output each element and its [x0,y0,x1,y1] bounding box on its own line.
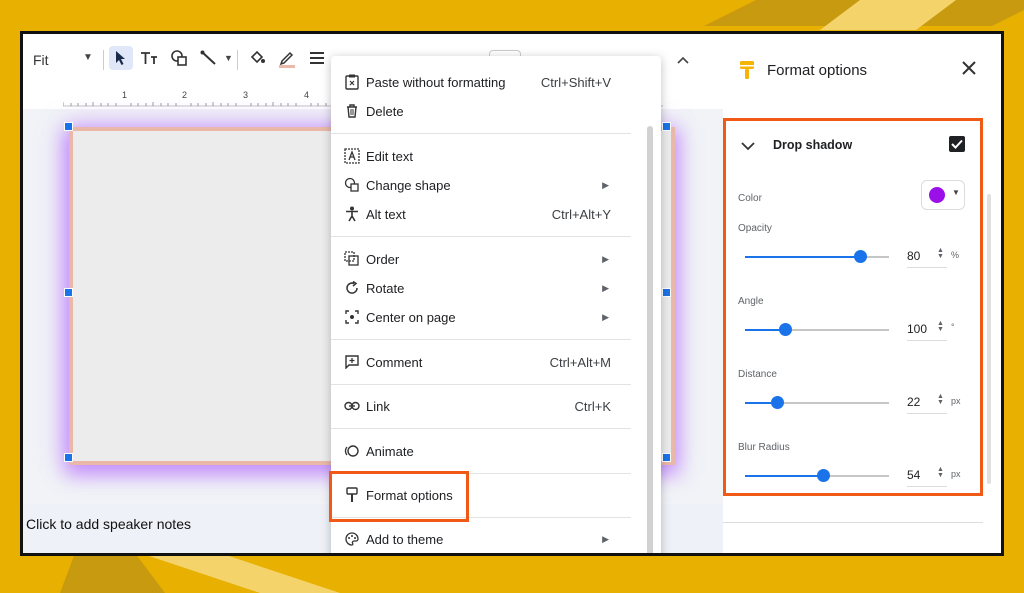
stepper-icon[interactable]: ▲ ▼ [937,393,944,406]
fill-color-icon[interactable] [245,46,269,70]
resize-handle[interactable] [662,288,671,297]
color-label: Color [738,193,762,204]
stepper-icon[interactable]: ▲ ▼ [937,466,944,479]
drop-shadow-label: Drop shadow [773,138,853,152]
format-options-highlight [329,471,469,522]
paste-plain-icon [343,73,361,91]
stepper-icon[interactable]: ▲ ▼ [937,320,944,333]
stepper-icon[interactable]: ▲ ▼ [937,247,944,260]
menu-item-animate[interactable]: Animate [331,437,631,465]
link-icon [343,397,361,415]
angle-slider[interactable] [745,323,889,336]
text-box-icon[interactable] [137,46,161,70]
chevron-down-icon[interactable]: ▼ [83,52,93,63]
menu-scrollbar[interactable] [647,126,653,553]
color-swatch [929,187,945,203]
animate-icon [343,442,361,460]
angle-label: Angle [738,296,764,307]
slider-thumb[interactable] [817,469,830,482]
order-icon [343,250,361,268]
panel-title: Format options [767,62,868,79]
trash-icon [343,102,361,120]
comment-icon [343,353,361,371]
resize-handle[interactable] [64,288,73,297]
drop-shadow-highlight [723,118,983,496]
shapes-icon[interactable] [167,46,191,70]
resize-handle[interactable] [64,453,73,462]
blur-radius-label: Blur Radius [738,442,790,453]
menu-item-center-on-page[interactable]: Center on page ▶ [331,303,631,331]
menu-divider [331,339,631,340]
chevron-down-icon[interactable]: ▼ [224,53,233,63]
rotate-icon [343,279,361,297]
speaker-notes-placeholder: Click to add speaker notes [26,516,191,532]
ruler-tick-4: 4 [304,90,310,100]
ruler-tick-1: 1 [122,90,128,100]
center-icon [343,308,361,326]
menu-item-delete[interactable]: Delete [331,97,631,125]
menu-item-comment[interactable]: Comment Ctrl+Alt+M [331,348,631,376]
submenu-arrow-icon: ▶ [602,253,609,264]
opacity-unit: % [951,250,960,260]
border-color-icon[interactable] [275,46,299,70]
menu-divider [331,133,631,134]
format-paint-icon [739,60,755,85]
submenu-arrow-icon: ▶ [602,282,609,293]
menu-item-alt-text[interactable]: Alt text Ctrl+Alt+Y [331,200,631,228]
drop-shadow-checkbox[interactable] [949,136,965,152]
close-icon[interactable] [957,56,981,80]
chevron-down-icon[interactable] [741,138,755,156]
chevron-down-icon: ▼ [952,188,960,197]
resize-handle[interactable] [662,122,671,131]
format-options-panel: Format options Drop shadow Color ▼ Opaci… [723,34,1001,553]
shadow-color-picker[interactable]: ▼ [921,180,965,210]
submenu-arrow-icon: ▶ [602,533,609,544]
ruler-tick-3: 3 [243,90,249,100]
zoom-select[interactable]: Fit [33,52,49,68]
slider-thumb[interactable] [779,323,792,336]
ruler-tick-2: 2 [182,90,188,100]
angle-unit: ° [951,322,955,332]
menu-item-change-shape[interactable]: Change shape ▶ [331,171,631,199]
menu-item-rotate[interactable]: Rotate ▶ [331,274,631,302]
palette-icon [343,530,361,548]
slider-thumb[interactable] [854,250,867,263]
line-icon[interactable] [197,46,221,70]
select-icon[interactable] [109,46,133,70]
submenu-arrow-icon: ▶ [602,179,609,190]
distance-unit: px [951,396,961,406]
panel-divider [723,518,983,523]
blur-radius-unit: px [951,469,961,479]
menu-item-edit-text[interactable]: Edit text [331,142,631,170]
collapse-toolbar-icon[interactable] [671,48,695,72]
menu-item-paste-without-formatting[interactable]: Paste without formatting Ctrl+Shift+V [331,68,631,96]
menu-item-order[interactable]: Order ▶ [331,245,631,273]
accessibility-icon [343,205,361,223]
app-window: Fit ▼ ▼ 1 2 3 4 Click to add speaker not… [20,31,1004,556]
change-shape-icon [343,176,361,194]
edit-text-icon [343,147,361,165]
border-weight-icon[interactable] [305,46,329,70]
menu-divider [331,236,631,237]
opacity-label: Opacity [738,223,772,234]
distance-label: Distance [738,369,777,380]
distance-slider[interactable] [745,396,889,409]
slider-thumb[interactable] [771,396,784,409]
menu-divider [331,384,631,385]
resize-handle[interactable] [64,122,73,131]
blur-radius-slider[interactable] [745,469,889,482]
menu-item-add-to-theme[interactable]: Add to theme ▶ [331,525,631,553]
resize-handle[interactable] [662,453,671,462]
opacity-slider[interactable] [745,250,889,263]
menu-item-link[interactable]: Link Ctrl+K [331,392,631,420]
panel-scrollbar[interactable] [987,194,991,484]
menu-divider [331,428,631,429]
submenu-arrow-icon: ▶ [602,311,609,322]
